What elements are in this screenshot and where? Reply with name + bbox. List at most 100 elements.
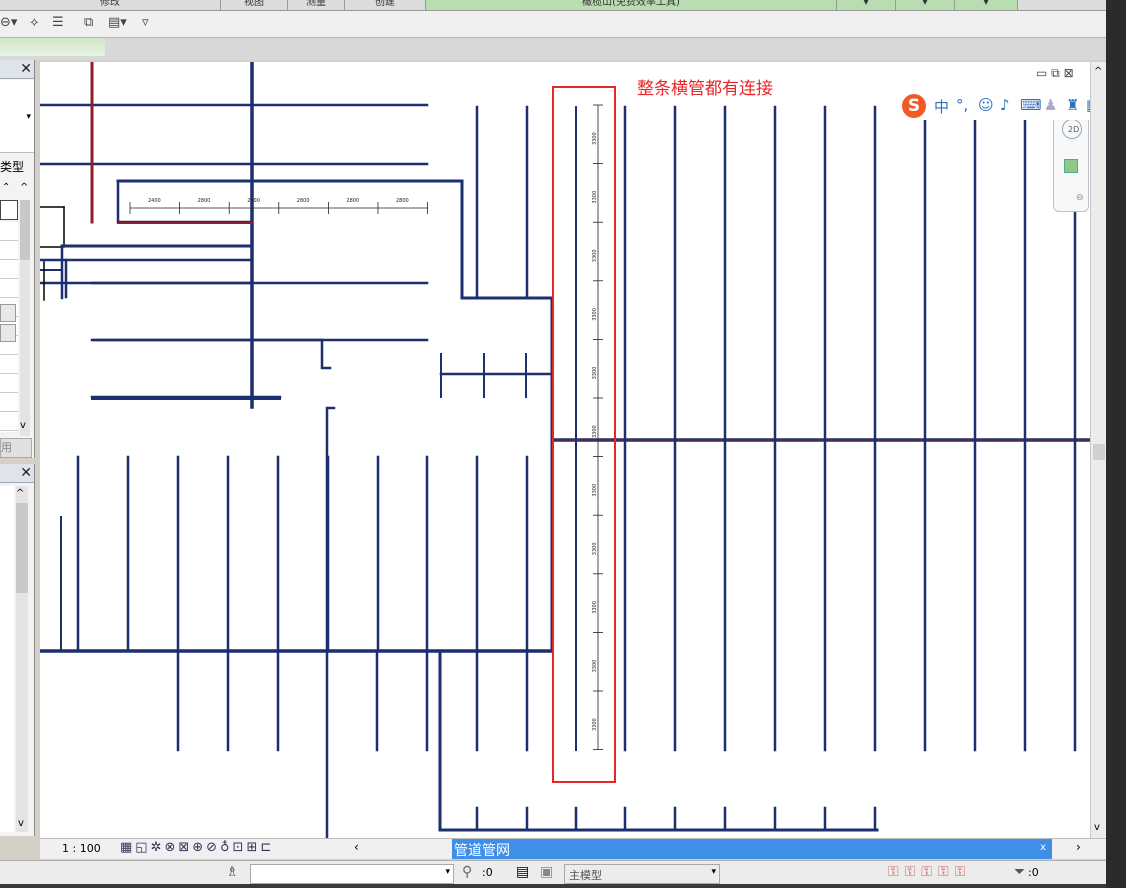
project-browser-panel: ✕ ^ v xyxy=(0,464,35,836)
dimension-label-vertical: 3300 xyxy=(592,542,598,555)
selection-option-icons[interactable]: ⚿⚿⚿⚿⚿ xyxy=(888,864,971,880)
ime-chinese-mode-icon[interactable]: 中 xyxy=(934,96,949,117)
measure-icon[interactable]: ⟡ xyxy=(30,15,39,30)
customize-icon[interactable]: ▿ xyxy=(142,15,149,30)
browser-tree[interactable] xyxy=(0,486,14,832)
scroll-up-icon[interactable]: ^ xyxy=(1094,66,1102,77)
scroll-up-icon: ^ xyxy=(16,488,25,499)
chevron-down-icon: ▾ xyxy=(445,867,450,877)
tab-modify-label: 修改 xyxy=(100,0,120,8)
design-option-dropdown[interactable]: 主模型 ▾ xyxy=(564,864,720,884)
properties-close-button[interactable]: ✕ xyxy=(20,60,32,78)
scroll-down-icon[interactable]: v xyxy=(1094,822,1100,833)
toast-close-button[interactable]: x xyxy=(1040,842,1046,853)
view-scale[interactable]: 1 : 100 xyxy=(62,842,101,855)
apply-label: 用 xyxy=(1,441,12,454)
dimension-label-vertical: 3300 xyxy=(592,718,598,731)
edit-type-label[interactable]: 类型 xyxy=(0,158,24,175)
scroll-thumb[interactable] xyxy=(1093,444,1105,460)
design-options-icon[interactable]: ▤ xyxy=(516,864,529,880)
chevron-down-icon: ▾ xyxy=(711,867,716,877)
scroll-left-icon[interactable]: ‹ xyxy=(354,840,359,854)
ribbon-panel-band xyxy=(0,38,1106,60)
nav-2d-label: 2D xyxy=(1068,125,1080,134)
undo-icon[interactable]: ⊖▾ xyxy=(0,15,17,30)
collapse-icon[interactable]: ⌃ xyxy=(2,182,10,193)
minimize-icon[interactable]: ▭ xyxy=(1036,66,1047,80)
view-window-controls: ▭ ⧉ ⊠ xyxy=(1036,66,1074,81)
scroll-up-icon[interactable]: ^ xyxy=(20,182,28,193)
workset-dropdown[interactable]: ▾ xyxy=(250,864,454,884)
ime-punctuation-icon[interactable]: °, xyxy=(956,96,968,114)
filter-count: :0 xyxy=(1028,866,1039,879)
property-value-field[interactable] xyxy=(0,200,18,220)
dimension-label-horizontal: 2800 xyxy=(198,198,211,204)
apply-button[interactable]: 用 xyxy=(0,438,32,458)
bottom-pipe[interactable] xyxy=(438,649,879,832)
workset-icon[interactable]: ♗ xyxy=(226,864,239,880)
pipe-plan-drawing[interactable]: 2400 2800 2800 2800 2800 2800 3300 3300 3300 3300… xyxy=(40,62,1090,840)
status-bar: ♗ ▾ ⚲ :0 ▤ ▣ 主模型 ▾ ⚿⚿⚿⚿⚿ ⏷ :0 xyxy=(0,860,1106,885)
tab-modify[interactable]: 修改 xyxy=(0,0,221,10)
property-button-2[interactable] xyxy=(0,324,16,342)
toast-notification[interactable]: 管道管网 x xyxy=(452,839,1052,859)
zoom-icon[interactable] xyxy=(1064,159,1078,173)
dimension-label-vertical: 3300 xyxy=(592,484,598,497)
toast-title: 管道管网 xyxy=(454,843,510,859)
navigation-bar: 2D ⊖ xyxy=(1053,110,1089,212)
dimension-label-horizontal: 2800 xyxy=(297,198,310,204)
window-edge xyxy=(1106,0,1126,888)
quick-access-toolbar: ⊖▾ ⟡ ☰ ⧉ ▤▾ ▿ xyxy=(0,11,1106,38)
restore-icon[interactable]: ⧉ xyxy=(1051,66,1060,80)
canvas-vertical-scrollbar[interactable]: ^ v xyxy=(1090,62,1107,840)
browser-scrollbar[interactable]: ^ xyxy=(16,486,28,832)
close-hidden-icon[interactable]: ⧉ xyxy=(84,15,93,30)
thin-lines-icon[interactable]: ☰ xyxy=(52,15,64,30)
ime-user-icon[interactable]: ♟ xyxy=(1044,96,1057,114)
chevron-down-icon: ▾ xyxy=(26,112,31,122)
tab-measure[interactable]: 测量 xyxy=(288,0,345,10)
black-line[interactable] xyxy=(40,206,65,248)
ime-skin-icon[interactable]: ♜ xyxy=(1066,96,1079,114)
highlight-box xyxy=(552,86,616,783)
ime-toolbar: S 中 °, ☺ ♪ ⌨ ♟ ♜ ▦ xyxy=(900,92,1106,120)
close-icon[interactable]: ⊠ xyxy=(1064,66,1074,80)
switch-windows-icon[interactable]: ▤▾ xyxy=(108,15,127,30)
drawing-canvas[interactable]: 2400 2800 2800 2800 2800 2800 3300 3300 3300 3300… xyxy=(40,62,1090,840)
dimension-label-vertical: 3300 xyxy=(592,249,598,262)
scroll-down-icon[interactable]: v xyxy=(20,420,26,431)
annotation-text: 整条横管都有连接 xyxy=(637,79,773,99)
filter-icon[interactable]: ⏷ xyxy=(1014,864,1025,880)
nav-options-icon[interactable]: ⊖ xyxy=(1076,193,1084,203)
tab-ganlanshan[interactable]: 橄榄山(免费效率工具) xyxy=(426,0,837,10)
sogou-logo-icon[interactable]: S xyxy=(902,94,926,118)
ribbon-dropdown-1[interactable]: ▾ xyxy=(837,0,896,10)
ime-emoji-icon[interactable]: ☺ xyxy=(978,96,994,114)
main-model-label: 主模型 xyxy=(569,869,602,882)
properties-title-bar: ✕ xyxy=(0,60,34,79)
ime-keyboard-icon[interactable]: ⌨ xyxy=(1020,96,1042,114)
ribbon-dropdown-3[interactable]: ▾ xyxy=(955,0,1018,10)
ime-voice-icon[interactable]: ♪ xyxy=(1000,96,1010,114)
pipe-segment[interactable] xyxy=(92,338,332,370)
tab-view-label: 视图 xyxy=(244,0,264,8)
dimension-label-vertical: 3300 xyxy=(592,601,598,614)
design-option-icon[interactable]: ▣ xyxy=(540,864,553,880)
dimension-label-vertical: 3300 xyxy=(592,425,598,438)
properties-scrollbar[interactable] xyxy=(20,200,30,436)
scroll-down-icon[interactable]: v xyxy=(18,818,24,829)
view-control-icons[interactable]: ▦◱✲⊗⊠⊕⊘♁⊡⊞⊏ xyxy=(120,840,274,855)
tab-view[interactable]: 视图 xyxy=(221,0,288,10)
tab-create[interactable]: 创建 xyxy=(345,0,426,10)
main-trunk-pipe[interactable] xyxy=(116,179,554,653)
ribbon-dropdown-2[interactable]: ▾ xyxy=(896,0,955,10)
type-selector[interactable]: ▾ xyxy=(0,80,34,153)
browser-close-button[interactable]: ✕ xyxy=(20,464,32,482)
tab-ganlanshan-label: 橄榄山(免费效率工具) xyxy=(582,0,680,8)
browser-title-bar: ✕ xyxy=(0,464,34,483)
editable-only-icon[interactable]: ⚲ xyxy=(462,864,472,880)
property-button-1[interactable] xyxy=(0,304,16,322)
scroll-right-icon[interactable]: › xyxy=(1076,840,1081,854)
ribbon-tab-strip: 修改 视图 测量 创建 橄榄山(免费效率工具) ▾ ▾ ▾ xyxy=(0,0,1106,11)
pipe-segment[interactable] xyxy=(116,179,254,224)
